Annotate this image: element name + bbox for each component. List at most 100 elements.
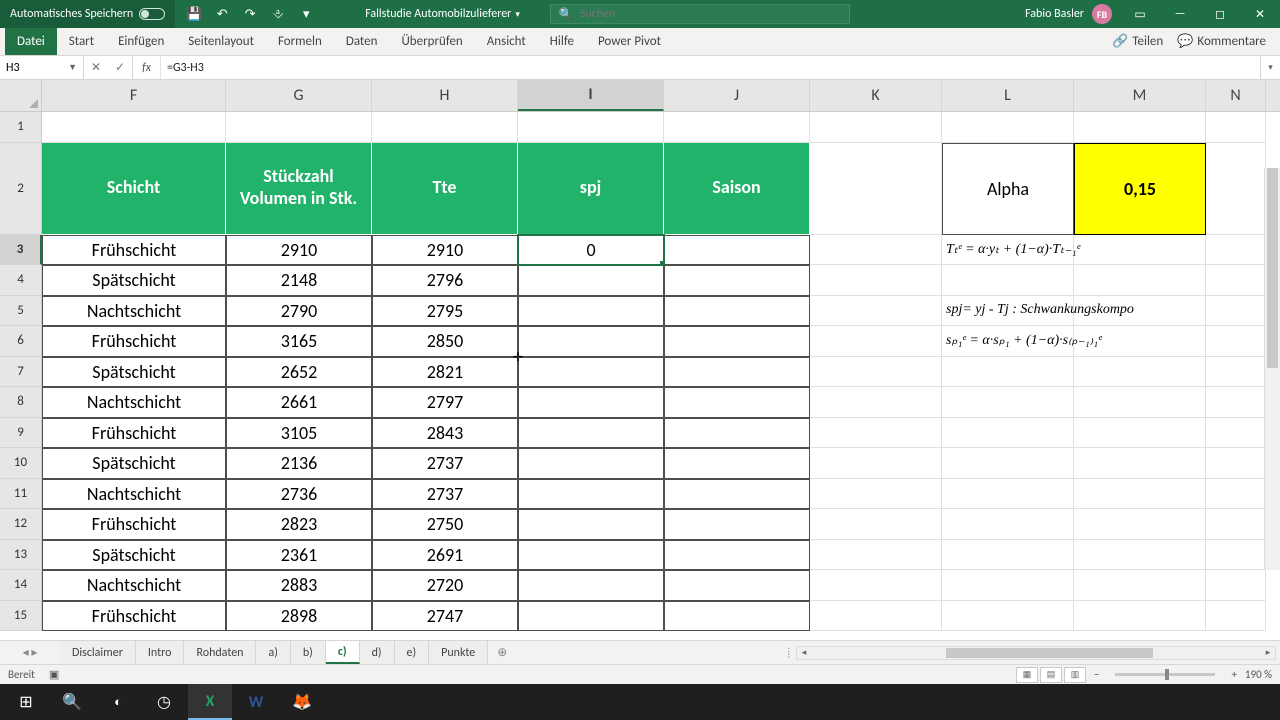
cell[interactable] — [1074, 601, 1206, 632]
grid-main[interactable]: FGHIJKLMN SchichtStückzahl Volumen in St… — [42, 80, 1280, 640]
cell[interactable] — [664, 112, 810, 143]
search-input[interactable] — [580, 7, 841, 21]
cell[interactable] — [664, 601, 810, 632]
ribbon-tab-start[interactable]: Start — [57, 28, 106, 55]
row-header-5[interactable]: 5 — [0, 296, 42, 327]
col-header-K[interactable]: K — [810, 80, 942, 111]
cell[interactable] — [1206, 479, 1266, 510]
col-header-G[interactable]: G — [226, 80, 372, 111]
save-icon[interactable]: 💾 — [185, 5, 203, 23]
cell[interactable]: 0,15 — [1074, 143, 1206, 235]
view-normal-icon[interactable]: ▦ — [1016, 667, 1038, 683]
cell[interactable] — [42, 112, 226, 143]
cell[interactable] — [1206, 235, 1266, 266]
cell[interactable] — [942, 265, 1074, 296]
sheet-tab-Intro[interactable]: Intro — [136, 641, 185, 664]
ribbon-display-icon[interactable]: ▭ — [1120, 0, 1160, 28]
ribbon-tab-seitenlayout[interactable]: Seitenlayout — [176, 28, 266, 55]
cell[interactable] — [1074, 112, 1206, 143]
cell[interactable]: 2821 — [372, 357, 518, 388]
cell[interactable] — [810, 570, 942, 601]
minimize-icon[interactable]: — — [1160, 0, 1200, 28]
cell[interactable]: 2652 — [226, 357, 372, 388]
cell[interactable] — [1206, 540, 1266, 571]
cell[interactable] — [664, 479, 810, 510]
cell[interactable]: Nachtschicht — [42, 387, 226, 418]
zoom-slider[interactable] — [1115, 673, 1215, 676]
cell[interactable] — [1206, 265, 1266, 296]
cell[interactable] — [810, 509, 942, 540]
redo-icon[interactable]: ↷ — [241, 5, 259, 23]
cell[interactable]: 0 — [518, 235, 664, 266]
cell[interactable]: 2691 — [372, 540, 518, 571]
cell[interactable]: Nachtschicht — [42, 296, 226, 327]
cell[interactable] — [1074, 570, 1206, 601]
search-box[interactable]: 🔍 — [550, 4, 850, 24]
name-box[interactable]: H3 ▼ — [0, 56, 84, 79]
excel-taskbar-icon[interactable]: X — [188, 684, 232, 720]
cell[interactable]: Alpha — [942, 143, 1074, 235]
ribbon-tab-überprüfen[interactable]: Überprüfen — [389, 28, 474, 55]
fx-icon[interactable]: fx — [133, 56, 161, 79]
cell[interactable] — [810, 448, 942, 479]
cell[interactable]: Frühschicht — [42, 235, 226, 266]
split-handle[interactable]: ⁞ — [787, 646, 790, 659]
cell[interactable] — [1206, 112, 1266, 143]
tab-nav[interactable]: ◂ ▸ — [0, 641, 60, 664]
cell[interactable]: 2148 — [226, 265, 372, 296]
cell[interactable] — [1206, 448, 1266, 479]
sheet-tab-c)[interactable]: c) — [326, 641, 360, 664]
cell[interactable]: 2796 — [372, 265, 518, 296]
cell[interactable] — [518, 601, 664, 632]
cell[interactable]: 2750 — [372, 509, 518, 540]
doc-dropdown-icon[interactable]: ▾ — [515, 9, 520, 20]
cell[interactable] — [810, 112, 942, 143]
cell[interactable]: Tte — [372, 143, 518, 235]
cell[interactable] — [664, 265, 810, 296]
cell[interactable]: 2910 — [372, 235, 518, 266]
cell[interactable] — [518, 387, 664, 418]
cell[interactable]: Spätschicht — [42, 448, 226, 479]
col-header-L[interactable]: L — [942, 80, 1074, 111]
zoom-level[interactable]: 190 % — [1245, 668, 1272, 681]
cell[interactable] — [664, 357, 810, 388]
cell[interactable] — [1206, 296, 1266, 327]
word-taskbar-icon[interactable]: W — [234, 684, 278, 720]
row-header-14[interactable]: 14 — [0, 570, 42, 601]
cell[interactable] — [810, 357, 942, 388]
cell[interactable] — [518, 540, 664, 571]
cell[interactable]: 2661 — [226, 387, 372, 418]
col-header-H[interactable]: H — [372, 80, 518, 111]
cell[interactable]: 2883 — [226, 570, 372, 601]
row-header-12[interactable]: 12 — [0, 509, 42, 540]
cell[interactable]: 3165 — [226, 326, 372, 357]
row-header-15[interactable]: 15 — [0, 601, 42, 632]
cell[interactable] — [664, 509, 810, 540]
ribbon-tab-hilfe[interactable]: Hilfe — [538, 28, 586, 55]
cell[interactable] — [810, 601, 942, 632]
cell[interactable] — [810, 326, 942, 357]
row-header-9[interactable]: 9 — [0, 418, 42, 449]
cell[interactable] — [1206, 357, 1266, 388]
ribbon-tab-datei[interactable]: Datei — [5, 28, 57, 55]
cell[interactable]: sₚ₁ᵉ = α·sₚ₁ + (1−α)·s₍ₚ₋₁₎₁ᵉ — [942, 326, 1074, 357]
record-macro-icon[interactable]: ▣ — [49, 668, 59, 681]
ribbon-tab-formeln[interactable]: Formeln — [266, 28, 334, 55]
cell[interactable]: Spätschicht — [42, 357, 226, 388]
h-scrollbar-thumb[interactable] — [946, 648, 1153, 658]
qat-dropdown-icon[interactable]: ▾ — [297, 5, 315, 23]
cell[interactable]: Nachtschicht — [42, 479, 226, 510]
cell[interactable] — [518, 296, 664, 327]
firefox-taskbar-icon[interactable]: 🦊 — [280, 684, 324, 720]
cell[interactable] — [810, 479, 942, 510]
cell[interactable]: Spätschicht — [42, 265, 226, 296]
cell[interactable]: spj — [518, 143, 664, 235]
cell[interactable] — [1074, 479, 1206, 510]
cell[interactable] — [942, 540, 1074, 571]
document-title[interactable]: Fallstudie Automobilzulieferer ▾ — [365, 7, 520, 21]
cell[interactable] — [1206, 326, 1266, 357]
cell[interactable] — [1206, 418, 1266, 449]
cell[interactable] — [942, 357, 1074, 388]
comments-button[interactable]: 💬 Kommentare — [1177, 34, 1266, 49]
cell[interactable]: 2898 — [226, 601, 372, 632]
